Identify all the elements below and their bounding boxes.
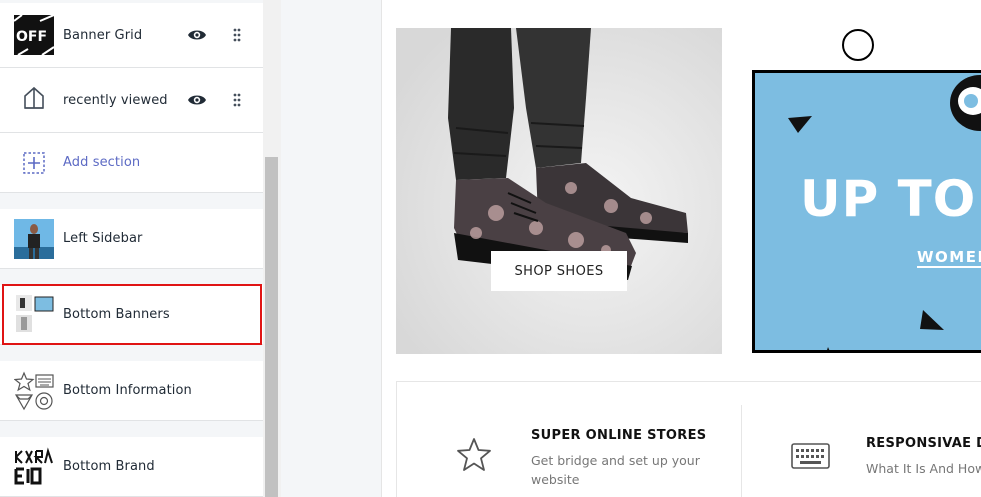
sections-sidebar: OFF Banner Grid recently viewed Add sect…: [0, 0, 281, 497]
tag-icon: [14, 80, 54, 120]
section-label: Bottom Brand: [63, 459, 155, 474]
women-link[interactable]: WOMEN: [917, 248, 981, 268]
shop-shoes-button[interactable]: SHOP SHOES: [491, 251, 627, 291]
keyboard-icon: [791, 443, 830, 469]
add-section-label: Add section: [63, 155, 141, 170]
info-title: SUPER ONLINE STORES: [531, 428, 707, 443]
section-label: Bottom Information: [63, 383, 192, 398]
section-label: Left Sidebar: [63, 231, 143, 246]
add-section-button[interactable]: Add section: [0, 133, 263, 193]
brand-thumbnail: [14, 447, 54, 487]
eye-icon[interactable]: [187, 25, 207, 45]
model-thumbnail: [14, 219, 54, 259]
selection-highlight: [2, 284, 262, 345]
shoes-banner[interactable]: [396, 28, 722, 354]
sale-headline: UP TO: [800, 170, 977, 228]
drag-handle-icon[interactable]: [230, 90, 244, 110]
info-divider: [741, 405, 742, 497]
section-bottom-brand[interactable]: Bottom Brand: [0, 437, 263, 497]
section-recently-viewed[interactable]: recently viewed: [0, 68, 263, 133]
add-section-icon: [14, 143, 54, 183]
section-banner-grid[interactable]: OFF Banner Grid: [0, 3, 263, 68]
info-icons-thumbnail: [14, 371, 54, 411]
info-title: RESPONSIVAE DE: [866, 436, 981, 451]
section-bottom-information[interactable]: Bottom Information: [0, 361, 263, 421]
info-description: Get bridge and set up your website: [531, 453, 700, 487]
star-icon: [457, 438, 491, 471]
shoes-image: [396, 28, 722, 354]
off-sale-thumbnail: OFF: [14, 15, 54, 55]
info-description: What It Is And How: [866, 461, 981, 476]
section-label: recently viewed: [63, 92, 168, 108]
eye-icon[interactable]: [187, 90, 207, 110]
drag-handle-icon[interactable]: [230, 25, 244, 45]
section-left-sidebar[interactable]: Left Sidebar: [0, 209, 263, 269]
section-label: Banner Grid: [63, 27, 143, 43]
scrollbar-thumb[interactable]: [265, 157, 278, 497]
hanger-ring: [842, 29, 874, 61]
svg-text:OFF: OFF: [16, 29, 47, 45]
